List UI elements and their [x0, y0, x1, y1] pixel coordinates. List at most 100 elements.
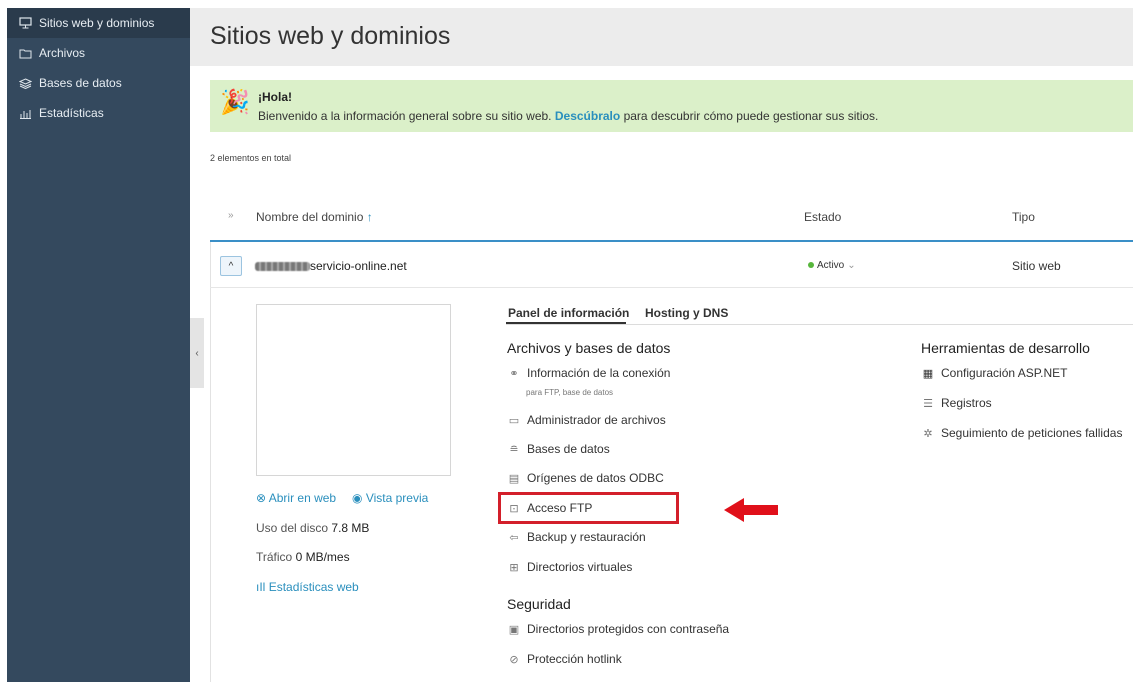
- domain-type: Sitio web: [1012, 259, 1061, 273]
- items-count: 2 elementos en total: [210, 153, 292, 163]
- databases-link[interactable]: ≘ Bases de datos: [507, 442, 610, 456]
- item-label: Directorios protegidos con contraseña: [527, 622, 730, 636]
- item-label: Administrador de archivos: [527, 413, 666, 427]
- failed-requests-link[interactable]: ✲ Seguimiento de peticiones fallidas: [921, 426, 1122, 440]
- shield-icon: ⊘: [509, 653, 519, 666]
- bug-icon: ✲: [923, 427, 933, 440]
- protected-folder-icon: ▣: [508, 623, 520, 636]
- sidebar-item-label: Archivos: [39, 46, 86, 60]
- item-label: Configuración ASP.NET: [941, 366, 1068, 380]
- item-label: Directorios virtuales: [527, 560, 633, 574]
- web-stats-link[interactable]: ıIl Estadísticas web: [256, 580, 359, 594]
- bar-chart-icon: ıIl: [256, 580, 266, 594]
- globe-icon: ⊗: [256, 491, 267, 505]
- discover-link[interactable]: Descúbralo: [555, 109, 620, 123]
- banner-text: Bienvenido a la información general sobr…: [258, 109, 878, 123]
- bar-chart-icon: [17, 108, 33, 119]
- expand-all-icon[interactable]: »: [228, 210, 234, 221]
- folder-icon: ▭: [508, 414, 520, 427]
- sidebar-item-websites[interactable]: Sitios web y dominios: [7, 8, 190, 38]
- site-preview-thumbnail[interactable]: [256, 304, 451, 476]
- banner-title: ¡Hola!: [258, 90, 292, 104]
- open-web-link[interactable]: ⊗ Abrir en web: [256, 491, 336, 505]
- database-icon: [17, 77, 33, 89]
- sort-asc-icon: ↑: [366, 210, 373, 224]
- windows-icon: ▦: [922, 367, 934, 380]
- sidebar: Sitios web y dominios Archivos Bases de …: [7, 8, 190, 682]
- domain-name[interactable]: servicio-online.net: [255, 259, 407, 273]
- status-dot-icon: [808, 262, 814, 269]
- connection-info-subtitle: para FTP, base de datos: [526, 388, 614, 397]
- status-badge[interactable]: Activo ⌄: [808, 260, 856, 271]
- eye-icon: ◉: [352, 491, 363, 505]
- protected-dirs-link[interactable]: ▣ Directorios protegidos con contraseña: [507, 622, 729, 636]
- tab-divider: [506, 324, 1133, 325]
- item-label: Bases de datos: [527, 442, 610, 456]
- sidebar-item-label: Bases de datos: [39, 76, 122, 90]
- open-web-label: Abrir en web: [268, 491, 337, 505]
- disk-usage-value: 7.8 MB: [331, 521, 370, 535]
- sidebar-item-statistics[interactable]: Estadísticas: [7, 98, 190, 128]
- column-header-type[interactable]: Tipo: [1012, 210, 1035, 224]
- connection-info-link[interactable]: ⚭ Información de la conexión: [507, 366, 670, 380]
- red-arrow-icon: [724, 498, 778, 522]
- item-label: Registros: [941, 396, 992, 410]
- collapse-row-button[interactable]: ^: [220, 256, 242, 276]
- sidebar-collapse-button[interactable]: ‹: [190, 318, 204, 388]
- logs-link[interactable]: ☰ Registros: [921, 396, 992, 410]
- status-label: Activo: [817, 260, 845, 271]
- sidebar-item-files[interactable]: Archivos: [7, 38, 190, 68]
- traffic: Tráfico 0 MB/mes: [256, 550, 350, 564]
- column-header-domain[interactable]: Nombre del dominio ↑: [256, 210, 373, 224]
- column-header-label: Nombre del dominio: [256, 210, 364, 224]
- column-header-status[interactable]: Estado: [804, 210, 841, 224]
- section-title-files: Archivos y bases de datos: [507, 340, 671, 356]
- preview-link[interactable]: ◉ Vista previa: [352, 491, 428, 505]
- odbc-icon: ▤: [508, 472, 520, 485]
- traffic-label: Tráfico: [256, 550, 293, 564]
- file-manager-link[interactable]: ▭ Administrador de archivos: [507, 413, 666, 427]
- chevron-left-icon: ‹: [195, 347, 199, 359]
- backup-icon: ⇦: [509, 531, 519, 544]
- page: Sitios web y dominios Archivos Bases de …: [0, 0, 1133, 682]
- disk-usage-label: Uso del disco: [256, 521, 329, 535]
- odbc-link[interactable]: ▤ Orígenes de datos ODBC: [507, 471, 664, 485]
- disk-usage: Uso del disco 7.8 MB: [256, 521, 369, 535]
- item-label: Seguimiento de peticiones fallidas: [941, 426, 1123, 440]
- chevron-up-icon: ^: [228, 260, 234, 272]
- redacted-text: [255, 262, 310, 272]
- highlight-box: [498, 492, 679, 524]
- party-popper-icon: 🎉: [220, 89, 250, 116]
- item-label: Backup y restauración: [527, 530, 646, 544]
- banner-text-after: para descubrir cómo puede gestionar sus …: [623, 109, 879, 123]
- sidebar-item-label: Sitios web y dominios: [39, 16, 155, 30]
- folder-icon: [17, 48, 33, 59]
- item-label: Información de la conexión: [527, 366, 671, 380]
- list-icon: ☰: [923, 397, 933, 410]
- virtual-directories-icon: ⊞: [509, 561, 519, 574]
- web-stats-label: Estadísticas web: [268, 580, 359, 594]
- sidebar-item-databases[interactable]: Bases de datos: [7, 68, 190, 98]
- backup-link[interactable]: ⇦ Backup y restauración: [507, 530, 646, 544]
- monitor-icon: [17, 17, 33, 29]
- item-label: Orígenes de datos ODBC: [527, 471, 664, 485]
- section-title-security: Seguridad: [507, 596, 571, 612]
- preview-label: Vista previa: [365, 491, 429, 505]
- welcome-banner: 🎉 ¡Hola! Bienvenido a la información gen…: [210, 80, 1133, 132]
- aspnet-config-link[interactable]: ▦ Configuración ASP.NET: [921, 366, 1068, 380]
- tab-hosting-dns[interactable]: Hosting y DNS: [645, 306, 728, 320]
- banner-text-before: Bienvenido a la información general sobr…: [258, 109, 552, 123]
- chevron-down-icon: ⌄: [847, 260, 856, 271]
- traffic-value: 0 MB/mes: [295, 550, 350, 564]
- section-title-dev-tools: Herramientas de desarrollo: [921, 340, 1090, 356]
- sidebar-item-label: Estadísticas: [39, 106, 104, 120]
- database-icon: ≘: [509, 443, 519, 456]
- hotlink-protection-link[interactable]: ⊘ Protección hotlink: [507, 652, 622, 666]
- domain-suffix: servicio-online.net: [310, 259, 407, 273]
- virtual-dirs-link[interactable]: ⊞ Directorios virtuales: [507, 560, 632, 574]
- page-title: Sitios web y dominios: [210, 22, 451, 50]
- tab-info-panel[interactable]: Panel de información: [508, 306, 629, 320]
- link-icon: ⚭: [509, 367, 519, 380]
- page-header: Sitios web y dominios: [190, 8, 1133, 66]
- item-label: Protección hotlink: [527, 652, 622, 666]
